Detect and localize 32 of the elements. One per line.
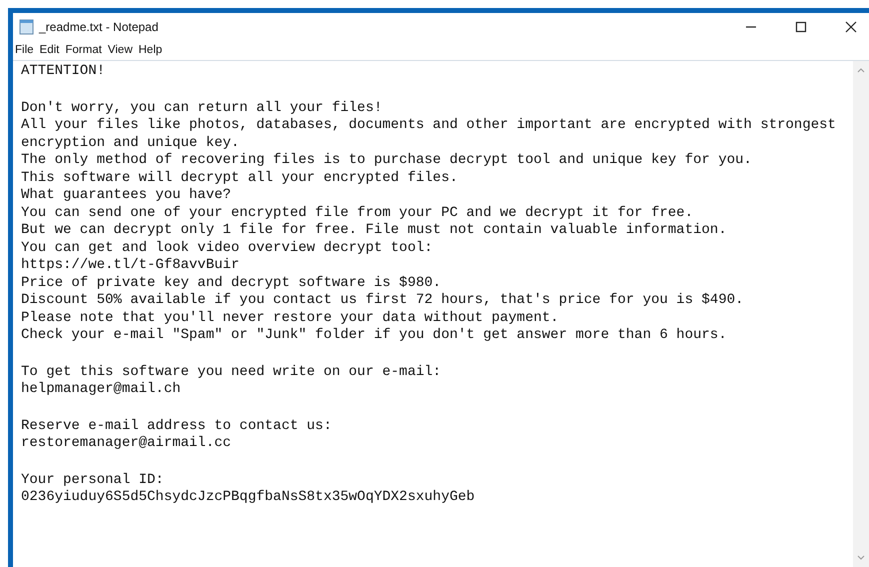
text-line: https://we.tl/t-Gf8avvBuir <box>21 257 240 274</box>
menu-item[interactable]: Format <box>65 44 102 56</box>
text-line: You can send one of your encrypted file from your PC and we decrypt it for free. <box>21 204 694 222</box>
menu-item[interactable]: Edit <box>40 44 60 56</box>
text-line: Discount 50% available if you contact us first 72 hours, that's price for you is $490. <box>21 292 745 310</box>
text-line: What guarantees you have? <box>21 187 232 204</box>
menu-item[interactable]: View <box>108 44 132 56</box>
text-line: All your files like photos, databases, documents and other important are encrypted with strongest <box>21 117 837 134</box>
scroll-up-icon[interactable] <box>857 67 865 73</box>
close-icon[interactable] <box>845 20 857 32</box>
text-line: Your personal ID: <box>21 472 165 489</box>
text-line: 0236yiuduy6S5d5ChsydcJzcPBqgfbaNsS8tx35wOqYDX2sxuhyGeb <box>21 489 476 506</box>
text-line: The only method of recovering files is to purchase decrypt tool and unique key for you. <box>21 152 753 170</box>
text-line: This software will decrypt all your encrypted files. <box>21 170 459 187</box>
window-title: _readme.txt - Notepad <box>39 20 158 34</box>
text-line: helpmanager@mail.ch <box>21 381 182 398</box>
scroll-down-icon[interactable] <box>857 555 865 561</box>
menu-item[interactable]: Help <box>138 44 162 56</box>
text-line: restoremanager@airmail.cc <box>21 435 232 452</box>
text-line: Please note that you'll never restore your data without payment. <box>21 310 560 327</box>
notepad-icon <box>19 18 35 34</box>
maximize-icon[interactable] <box>795 20 807 32</box>
text-line: To get this software you need write on our e-mail: <box>21 364 442 381</box>
text-line: You can get and look video overview decrypt tool: <box>21 240 434 257</box>
text-line: Don't worry, you can return all your files! <box>21 100 384 117</box>
text-line: Check your e-mail "Spam" or "Junk" folder if you don't get answer more than 6 hours. <box>21 327 728 344</box>
menu-item[interactable]: File <box>15 44 34 56</box>
text-line: Reserve e-mail address to contact us: <box>21 418 333 435</box>
text-line: But we can decrypt only 1 file for free. File must not contain valuable information. <box>21 222 728 240</box>
text-line: Price of private key and decrypt software is $980. <box>21 274 442 292</box>
text-line: encryption and unique key. <box>21 134 240 152</box>
text-line: ATTENTION! <box>21 63 106 80</box>
